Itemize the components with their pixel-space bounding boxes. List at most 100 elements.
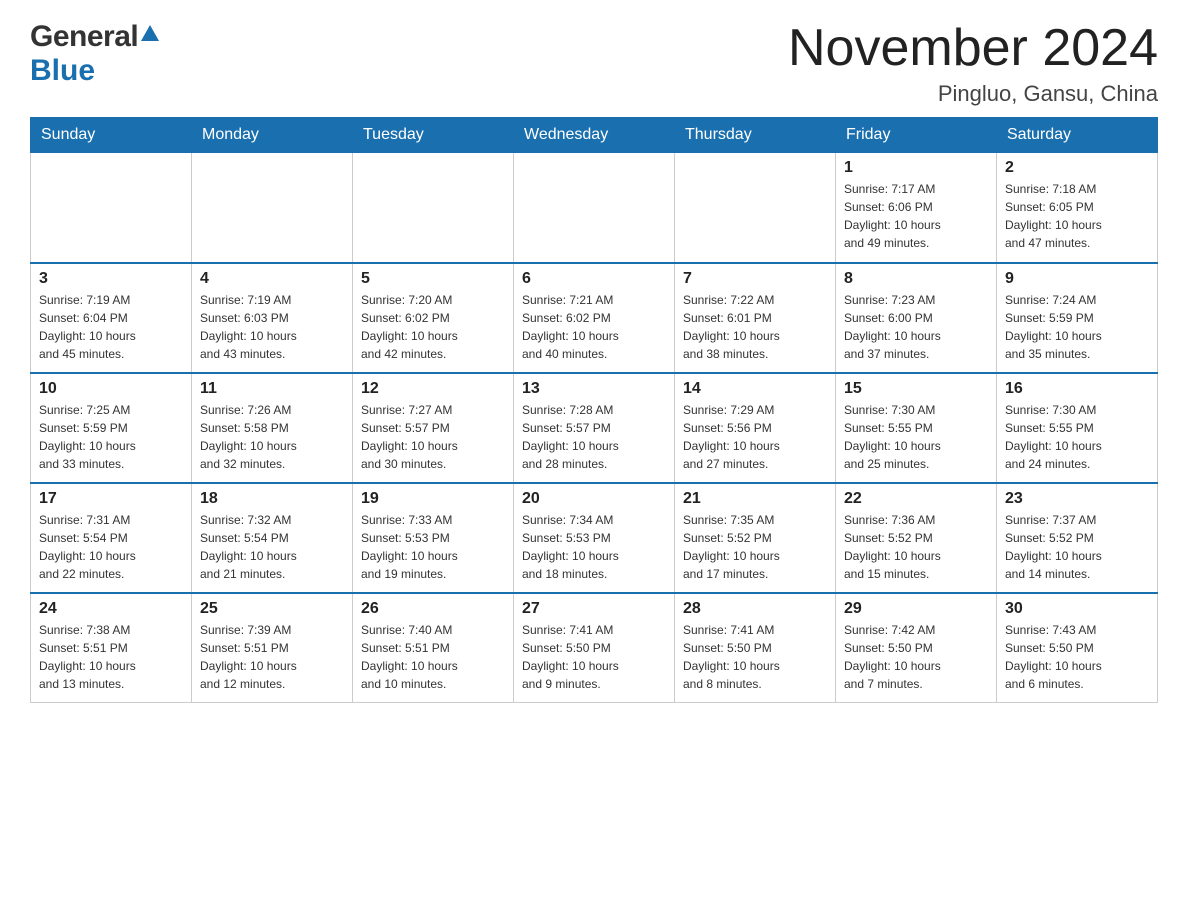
calendar-cell: 25 Sunrise: 7:39 AMSunset: 5:51 PMDayligh…: [192, 593, 353, 703]
weekday-header-thursday: Thursday: [675, 118, 836, 153]
day-number: 29: [844, 600, 988, 618]
calendar-cell: 10Sunrise: 7:25 AMSunset: 5:59 PMDayligh…: [31, 373, 192, 483]
day-number: 5: [361, 270, 505, 288]
calendar-cell: 6 Sunrise: 7:21 AMSunset: 6:02 PMDaylight…: [514, 263, 675, 373]
day-number: 30: [1005, 600, 1149, 618]
day-number: 16: [1005, 380, 1149, 398]
day-number: 3: [39, 270, 183, 288]
weekday-header-friday: Friday: [836, 118, 997, 153]
day-info: Sunrise: 7:43 AMSunset: 5:50 PMDaylight:…: [1005, 621, 1149, 693]
day-info: Sunrise: 7:24 AMSunset: 5:59 PMDaylight:…: [1005, 291, 1149, 363]
calendar-week-row: 17 Sunrise: 7:31 AMSunset: 5:54 PMDayligh…: [31, 483, 1158, 593]
calendar-cell: 2 Sunrise: 7:18 AMSunset: 6:05 PMDaylight…: [997, 153, 1158, 263]
day-info: Sunrise: 7:34 AMSunset: 5:53 PMDaylight:…: [522, 511, 666, 583]
calendar-cell: 8 Sunrise: 7:23 AMSunset: 6:00 PMDaylight…: [836, 263, 997, 373]
location-text: Pingluo, Gansu, China: [788, 81, 1158, 107]
day-number: 17: [39, 490, 183, 508]
day-info: Sunrise: 7:17 AMSunset: 6:06 PMDaylight:…: [844, 180, 988, 252]
day-info: Sunrise: 7:37 AMSunset: 5:52 PMDaylight:…: [1005, 511, 1149, 583]
day-info: Sunrise: 7:35 AMSunset: 5:52 PMDaylight:…: [683, 511, 827, 583]
weekday-header-row: SundayMondayTuesdayWednesdayThursdayFrid…: [31, 118, 1158, 153]
day-number: 18: [200, 490, 344, 508]
day-number: 6: [522, 270, 666, 288]
day-info: Sunrise: 7:33 AMSunset: 5:53 PMDaylight:…: [361, 511, 505, 583]
calendar-cell: 13 Sunrise: 7:28 AMSunset: 5:57 PMDayligh…: [514, 373, 675, 483]
day-number: 12: [361, 380, 505, 398]
logo: General Blue: [30, 20, 159, 88]
calendar-cell: 16 Sunrise: 7:30 AMSunset: 5:55 PMDayligh…: [997, 373, 1158, 483]
day-number: 25: [200, 600, 344, 618]
calendar-cell: 3 Sunrise: 7:19 AMSunset: 6:04 PMDaylight…: [31, 263, 192, 373]
day-number: 10: [39, 380, 183, 398]
day-info: Sunrise: 7:40 AMSunset: 5:51 PMDaylight:…: [361, 621, 505, 693]
calendar-cell: 1 Sunrise: 7:17 AMSunset: 6:06 PMDaylight…: [836, 153, 997, 263]
calendar-cell: 21 Sunrise: 7:35 AMSunset: 5:52 PMDayligh…: [675, 483, 836, 593]
calendar-cell: 4 Sunrise: 7:19 AMSunset: 6:03 PMDaylight…: [192, 263, 353, 373]
day-info: Sunrise: 7:41 AMSunset: 5:50 PMDaylight:…: [683, 621, 827, 693]
calendar-cell: 24Sunrise: 7:38 AMSunset: 5:51 PMDayligh…: [31, 593, 192, 703]
page-header: General Blue November 2024 Pingluo, Gans…: [30, 20, 1158, 107]
day-number: 11: [200, 380, 344, 398]
day-info: Sunrise: 7:18 AMSunset: 6:05 PMDaylight:…: [1005, 180, 1149, 252]
day-number: 27: [522, 600, 666, 618]
day-info: Sunrise: 7:22 AMSunset: 6:01 PMDaylight:…: [683, 291, 827, 363]
logo-blue-text: Blue: [30, 54, 95, 87]
calendar-cell: 18 Sunrise: 7:32 AMSunset: 5:54 PMDayligh…: [192, 483, 353, 593]
day-number: 28: [683, 600, 827, 618]
calendar-cell: 12 Sunrise: 7:27 AMSunset: 5:57 PMDayligh…: [353, 373, 514, 483]
calendar-cell: 7Sunrise: 7:22 AMSunset: 6:01 PMDaylight…: [675, 263, 836, 373]
calendar-cell: 5 Sunrise: 7:20 AMSunset: 6:02 PMDaylight…: [353, 263, 514, 373]
day-info: Sunrise: 7:20 AMSunset: 6:02 PMDaylight:…: [361, 291, 505, 363]
day-info: Sunrise: 7:39 AMSunset: 5:51 PMDaylight:…: [200, 621, 344, 693]
calendar-cell: [353, 153, 514, 263]
calendar-cell: 14Sunrise: 7:29 AMSunset: 5:56 PMDayligh…: [675, 373, 836, 483]
day-info: Sunrise: 7:23 AMSunset: 6:00 PMDaylight:…: [844, 291, 988, 363]
day-number: 26: [361, 600, 505, 618]
day-info: Sunrise: 7:28 AMSunset: 5:57 PMDaylight:…: [522, 401, 666, 473]
calendar-cell: [31, 153, 192, 263]
calendar-cell: 23 Sunrise: 7:37 AMSunset: 5:52 PMDayligh…: [997, 483, 1158, 593]
calendar-cell: 30 Sunrise: 7:43 AMSunset: 5:50 PMDayligh…: [997, 593, 1158, 703]
logo-general-text: General: [30, 20, 138, 54]
day-number: 21: [683, 490, 827, 508]
day-info: Sunrise: 7:32 AMSunset: 5:54 PMDaylight:…: [200, 511, 344, 583]
weekday-header-tuesday: Tuesday: [353, 118, 514, 153]
logo-triangle-icon: [141, 25, 159, 41]
calendar-cell: 15 Sunrise: 7:30 AMSunset: 5:55 PMDayligh…: [836, 373, 997, 483]
day-number: 4: [200, 270, 344, 288]
day-info: Sunrise: 7:19 AMSunset: 6:04 PMDaylight:…: [39, 291, 183, 363]
calendar-week-row: 1 Sunrise: 7:17 AMSunset: 6:06 PMDaylight…: [31, 153, 1158, 263]
calendar-table: SundayMondayTuesdayWednesdayThursdayFrid…: [30, 117, 1158, 703]
calendar-cell: 29Sunrise: 7:42 AMSunset: 5:50 PMDayligh…: [836, 593, 997, 703]
calendar-cell: 11 Sunrise: 7:26 AMSunset: 5:58 PMDayligh…: [192, 373, 353, 483]
calendar-cell: 19Sunrise: 7:33 AMSunset: 5:53 PMDayligh…: [353, 483, 514, 593]
calendar-cell: 26 Sunrise: 7:40 AMSunset: 5:51 PMDayligh…: [353, 593, 514, 703]
title-area: November 2024 Pingluo, Gansu, China: [788, 20, 1158, 107]
day-number: 24: [39, 600, 183, 618]
month-title: November 2024: [788, 20, 1158, 77]
day-info: Sunrise: 7:29 AMSunset: 5:56 PMDaylight:…: [683, 401, 827, 473]
calendar-cell: 20Sunrise: 7:34 AMSunset: 5:53 PMDayligh…: [514, 483, 675, 593]
day-info: Sunrise: 7:36 AMSunset: 5:52 PMDaylight:…: [844, 511, 988, 583]
day-number: 2: [1005, 159, 1149, 177]
weekday-header-sunday: Sunday: [31, 118, 192, 153]
day-info: Sunrise: 7:31 AMSunset: 5:54 PMDaylight:…: [39, 511, 183, 583]
day-info: Sunrise: 7:30 AMSunset: 5:55 PMDaylight:…: [844, 401, 988, 473]
calendar-cell: 17 Sunrise: 7:31 AMSunset: 5:54 PMDayligh…: [31, 483, 192, 593]
day-info: Sunrise: 7:27 AMSunset: 5:57 PMDaylight:…: [361, 401, 505, 473]
day-number: 1: [844, 159, 988, 177]
calendar-cell: 9 Sunrise: 7:24 AMSunset: 5:59 PMDaylight…: [997, 263, 1158, 373]
day-info: Sunrise: 7:21 AMSunset: 6:02 PMDaylight:…: [522, 291, 666, 363]
calendar-cell: 28 Sunrise: 7:41 AMSunset: 5:50 PMDayligh…: [675, 593, 836, 703]
day-number: 23: [1005, 490, 1149, 508]
day-number: 9: [1005, 270, 1149, 288]
day-number: 15: [844, 380, 988, 398]
weekday-header-monday: Monday: [192, 118, 353, 153]
day-number: 13: [522, 380, 666, 398]
day-info: Sunrise: 7:19 AMSunset: 6:03 PMDaylight:…: [200, 291, 344, 363]
day-number: 8: [844, 270, 988, 288]
weekday-header-wednesday: Wednesday: [514, 118, 675, 153]
calendar-cell: 22Sunrise: 7:36 AMSunset: 5:52 PMDayligh…: [836, 483, 997, 593]
day-info: Sunrise: 7:26 AMSunset: 5:58 PMDaylight:…: [200, 401, 344, 473]
day-info: Sunrise: 7:30 AMSunset: 5:55 PMDaylight:…: [1005, 401, 1149, 473]
